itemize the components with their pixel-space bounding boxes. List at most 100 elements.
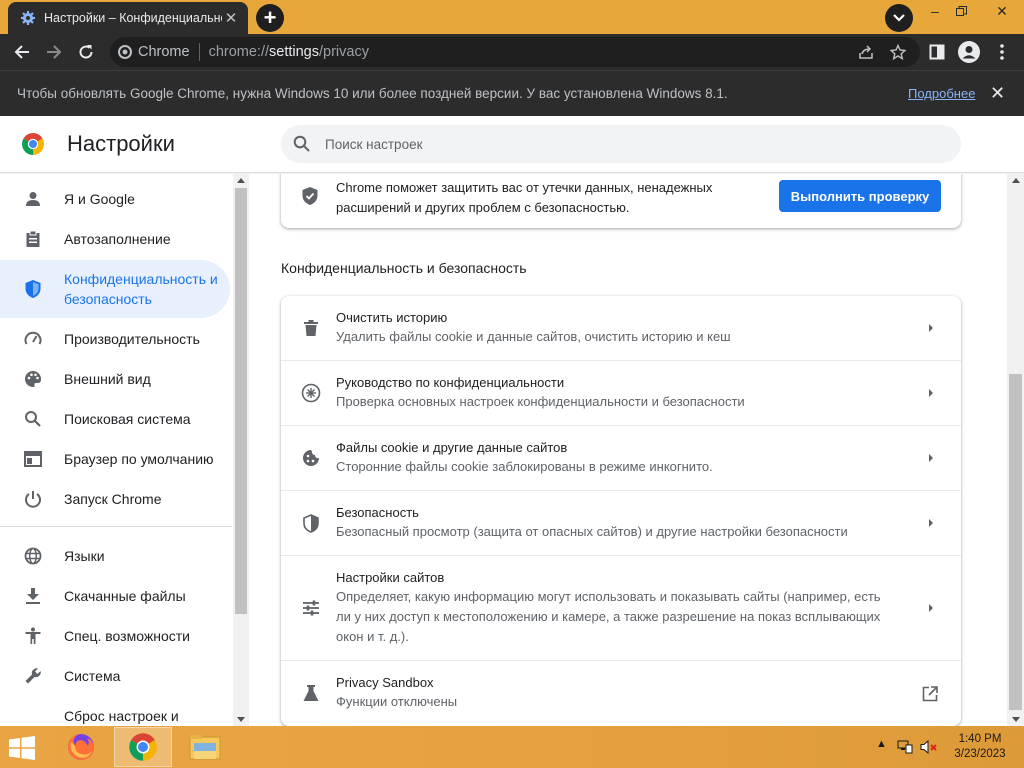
- star-icon: [890, 44, 906, 60]
- search-icon: [293, 135, 310, 152]
- infobar-learn-more-link[interactable]: Подробнее: [908, 86, 975, 101]
- row-privacy-guide[interactable]: Руководство по конфиденциальности Провер…: [281, 360, 961, 425]
- maximize-button[interactable]: [946, 0, 976, 22]
- share-icon: [859, 45, 873, 59]
- scroll-down-icon[interactable]: [237, 717, 245, 722]
- windows-taskbar: ▲ 1:40 PM 3/23/2023: [0, 726, 1024, 768]
- download-icon: [22, 585, 44, 607]
- infobar-close-icon[interactable]: ✕: [990, 83, 1005, 104]
- address-bar[interactable]: Chrome chrome://settings/privacy: [110, 37, 920, 67]
- close-window-button[interactable]: ✕: [984, 0, 1020, 22]
- row-clear-history[interactable]: Очистить историю Удалить файлы cookie и …: [281, 296, 961, 360]
- chevron-right-icon: [925, 387, 937, 399]
- sidebar-item-appearance[interactable]: Внешний вид: [0, 369, 230, 389]
- sidebar-item-autofill[interactable]: Автозаполнение: [0, 229, 230, 249]
- tab-settings[interactable]: Настройки – Конфиденциальность ✕: [8, 2, 248, 34]
- windows-start-icon[interactable]: [8, 736, 36, 760]
- page-title: Настройки: [67, 131, 175, 156]
- firefox-icon: [68, 734, 94, 760]
- search-input[interactable]: Поиск настроек: [325, 137, 423, 152]
- sidebar-item-system[interactable]: Система: [0, 666, 230, 686]
- settings-header: Настройки Поиск настроек: [0, 116, 1024, 173]
- sidebar-item-on-startup[interactable]: Запуск Chrome: [0, 489, 230, 509]
- sidebar-item-reset[interactable]: Сброс настроек и: [0, 706, 230, 726]
- reload-button[interactable]: [72, 38, 100, 66]
- sidebar-scrollbar[interactable]: [233, 174, 249, 726]
- taskbar-file-explorer[interactable]: [176, 727, 234, 767]
- main-scroll-thumb[interactable]: [1009, 374, 1022, 710]
- forward-button[interactable]: [40, 38, 68, 66]
- url-text: chrome://settings/privacy: [208, 44, 369, 60]
- restore-icon: [955, 5, 967, 16]
- sidebar-item-search-engine[interactable]: Поисковая система: [0, 409, 230, 429]
- tab-strip: Настройки – Конфиденциальность ✕ + – ✕: [0, 0, 1024, 34]
- row-cookies[interactable]: Файлы cookie и другие данные сайтов Стор…: [281, 425, 961, 490]
- infobar-message: Чтобы обновлять Google Chrome, нужна Win…: [17, 86, 728, 101]
- sidebar-item-privacy[interactable]: Конфиденциальность и безопасность: [0, 260, 230, 318]
- more-vertical-icon: [1000, 44, 1004, 60]
- chrome-icon: [118, 45, 132, 59]
- clock-time: 1:40 PM: [958, 733, 1002, 745]
- sidebar-item-downloads[interactable]: Скачанные файлы: [0, 586, 230, 606]
- taskbar-chrome[interactable]: [114, 727, 172, 767]
- sidebar-item-performance[interactable]: Производительность: [0, 329, 230, 349]
- network-icon[interactable]: [897, 740, 913, 754]
- arrow-left-icon: [14, 45, 29, 59]
- share-button[interactable]: [852, 38, 880, 66]
- chevron-right-icon: [925, 452, 937, 464]
- search-icon: [22, 408, 44, 430]
- sidebar-item-accessibility[interactable]: Спец. возможности: [0, 626, 230, 646]
- browser-icon: [22, 448, 44, 470]
- compass-icon: [301, 383, 321, 403]
- main-scrollbar[interactable]: [1007, 174, 1024, 726]
- browser-toolbar: Chrome chrome://settings/privacy: [0, 34, 1024, 70]
- accessibility-icon: [22, 625, 44, 647]
- tab-title: Настройки – Конфиденциальность: [44, 11, 222, 25]
- chevron-right-icon: [925, 322, 937, 334]
- scroll-up-icon[interactable]: [1011, 178, 1020, 183]
- settings-sidebar: Я и Google Автозаполнение Конфиденциальн…: [0, 174, 232, 726]
- scroll-up-icon[interactable]: [237, 178, 245, 183]
- omnibox-separator: [198, 43, 200, 61]
- side-panel-button[interactable]: [923, 38, 951, 66]
- sidebar-divider: [0, 526, 232, 527]
- sidebar-item-you-and-google[interactable]: Я и Google: [0, 189, 230, 209]
- wrench-icon: [22, 665, 44, 687]
- scroll-down-icon[interactable]: [1011, 717, 1020, 722]
- privacy-card: Очистить историю Удалить файлы cookie и …: [281, 296, 961, 726]
- close-tab-icon[interactable]: ✕: [222, 9, 240, 27]
- gear-icon: [21, 11, 35, 25]
- person-icon: [22, 188, 44, 210]
- show-hidden-icons[interactable]: ▲: [876, 738, 887, 750]
- safety-check-text: Chrome поможет защитить вас от утечки да…: [336, 180, 713, 215]
- sidebar-item-default-browser[interactable]: Браузер по умолчанию: [0, 449, 230, 469]
- trash-icon: [301, 318, 321, 338]
- arrow-right-icon: [47, 45, 62, 59]
- omnibox-chip: Chrome: [138, 44, 190, 60]
- palette-icon: [22, 368, 44, 390]
- settings-main: Chrome поможет защитить вас от утечки да…: [249, 174, 1007, 726]
- tab-search-button[interactable]: [885, 4, 913, 32]
- taskbar-firefox[interactable]: [52, 727, 110, 767]
- open-in-new-icon: [921, 685, 939, 703]
- sliders-icon: [301, 598, 321, 618]
- run-safety-check-button[interactable]: Выполнить проверку: [779, 180, 941, 212]
- new-tab-button[interactable]: +: [256, 4, 284, 32]
- back-button[interactable]: [8, 38, 36, 66]
- bookmark-button[interactable]: [884, 38, 912, 66]
- sidebar-scroll-thumb[interactable]: [235, 188, 247, 614]
- profile-button[interactable]: [955, 38, 983, 66]
- row-security[interactable]: Безопасность Безопасный просмотр (защита…: [281, 490, 961, 555]
- clipboard-icon: [22, 228, 44, 250]
- row-site-settings[interactable]: Настройки сайтов Определяет, какую инфор…: [281, 555, 961, 660]
- row-privacy-sandbox[interactable]: Privacy Sandbox Функции отключены: [281, 660, 961, 726]
- settings-search[interactable]: Поиск настроек: [281, 125, 961, 163]
- system-clock[interactable]: 1:40 PM 3/23/2023: [950, 732, 1010, 762]
- volume-muted-icon[interactable]: [920, 740, 938, 754]
- security-shield-icon: [301, 513, 321, 533]
- shield-check-icon: [301, 186, 319, 211]
- chevron-right-icon: [925, 602, 937, 614]
- avatar-icon: [958, 41, 980, 63]
- menu-button[interactable]: [988, 38, 1016, 66]
- sidebar-item-languages[interactable]: Языки: [0, 546, 230, 566]
